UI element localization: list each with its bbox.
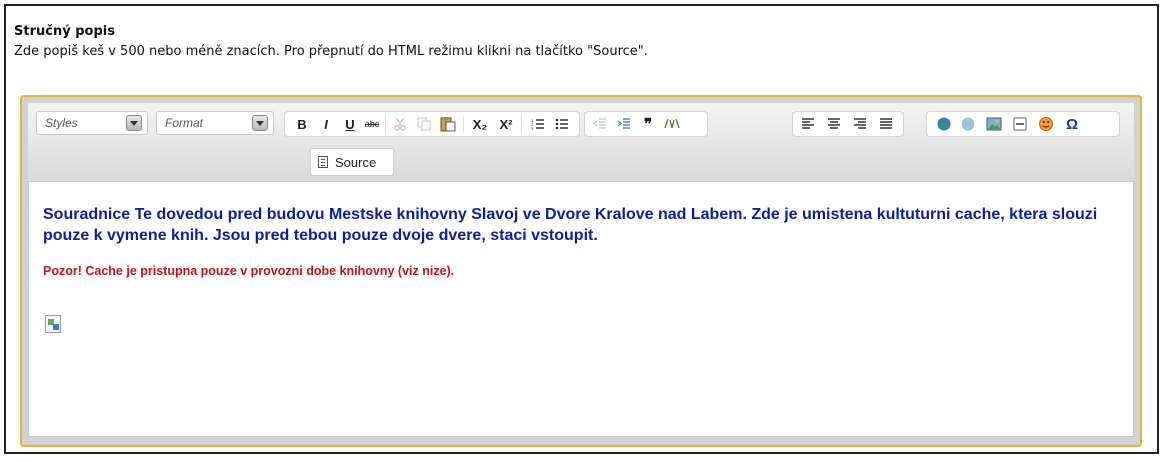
align-right-button[interactable] <box>849 112 871 136</box>
indent-button[interactable] <box>613 112 635 136</box>
chevron-down-icon <box>252 115 268 131</box>
paste-icon <box>440 117 456 132</box>
align-right-icon <box>854 118 866 129</box>
align-left-button[interactable] <box>797 112 819 136</box>
align-center-button[interactable] <box>823 112 845 136</box>
bulleted-list-button[interactable] <box>551 112 573 136</box>
italic-button[interactable]: I <box>315 112 337 136</box>
outdent-icon <box>593 118 606 129</box>
unlink-button[interactable] <box>957 112 979 136</box>
indent-icon <box>617 118 630 129</box>
chevron-down-icon <box>126 115 142 131</box>
format-dropdown[interactable]: Format <box>156 111 274 135</box>
editor-content-area[interactable]: Souradnice Te dovedou pred budovu Mestsk… <box>28 181 1134 437</box>
format-label: Format <box>165 116 204 130</box>
special-char-button[interactable]: Ω <box>1061 112 1083 136</box>
styles-label: Styles <box>45 116 78 130</box>
broken-image-icon[interactable] <box>45 315 61 333</box>
create-div-button[interactable] <box>661 112 683 136</box>
subscript-button[interactable]: X₂ <box>469 112 491 136</box>
bulleted-list-icon <box>555 118 568 130</box>
bold-button[interactable]: B <box>291 112 313 136</box>
source-document-icon <box>318 156 328 168</box>
link-globe-icon <box>937 117 951 131</box>
alignment-group <box>792 111 904 137</box>
smiley-button[interactable] <box>1035 112 1057 136</box>
separator <box>521 116 522 132</box>
unlink-icon <box>961 117 975 131</box>
cut-button[interactable] <box>389 112 411 136</box>
indent-group: ❞ <box>584 111 708 137</box>
numbered-list-button[interactable]: 123 <box>527 112 549 136</box>
editor-toolbar: Styles Format B I U abc X₂ X² 1 2 3 ❞ Ω … <box>28 103 1134 181</box>
justify-icon <box>880 118 892 129</box>
horizontal-rule-button[interactable] <box>1009 112 1031 136</box>
outdent-button[interactable] <box>589 112 611 136</box>
paste-button[interactable] <box>437 112 459 136</box>
formatting-group: B I U abc X₂ X² 123 <box>284 111 580 137</box>
separator <box>463 116 464 132</box>
strikethrough-button[interactable]: abc <box>361 112 383 136</box>
superscript-button[interactable]: X² <box>495 112 517 136</box>
rich-text-editor: Styles Format B I U abc X₂ X² 1 2 3 ❞ Ω … <box>20 95 1142 447</box>
image-button[interactable] <box>983 112 1005 136</box>
horizontal-rule-icon <box>1013 117 1027 131</box>
align-left-icon <box>802 118 814 129</box>
source-button[interactable]: Source <box>310 148 394 176</box>
section-heading: Stručný popis <box>14 24 115 39</box>
svg-text:3: 3 <box>531 126 534 131</box>
source-button-label: Source <box>335 155 377 170</box>
separator <box>385 116 386 132</box>
section-description: Zde popiš keš v 500 nebo méně znacích. P… <box>14 44 648 59</box>
insert-group: Ω <box>926 111 1120 137</box>
copy-icon <box>417 117 431 131</box>
copy-button[interactable] <box>413 112 435 136</box>
justify-button[interactable] <box>875 112 897 136</box>
underline-button[interactable]: U <box>339 112 361 136</box>
styles-dropdown[interactable]: Styles <box>36 111 148 135</box>
numbered-list-icon: 123 <box>531 118 544 131</box>
blockquote-button[interactable]: ❞ <box>637 112 659 136</box>
link-button[interactable] <box>933 112 955 136</box>
align-center-icon <box>828 118 840 129</box>
image-icon <box>986 117 1002 131</box>
content-paragraph-1: Souradnice Te dovedou pred budovu Mestsk… <box>43 206 1098 244</box>
smiley-icon <box>1039 117 1053 131</box>
scissors-icon <box>394 117 406 131</box>
div-container-icon <box>664 118 680 129</box>
content-paragraph-2: Pozor! Cache je pristupna pouze v provoz… <box>43 264 455 278</box>
